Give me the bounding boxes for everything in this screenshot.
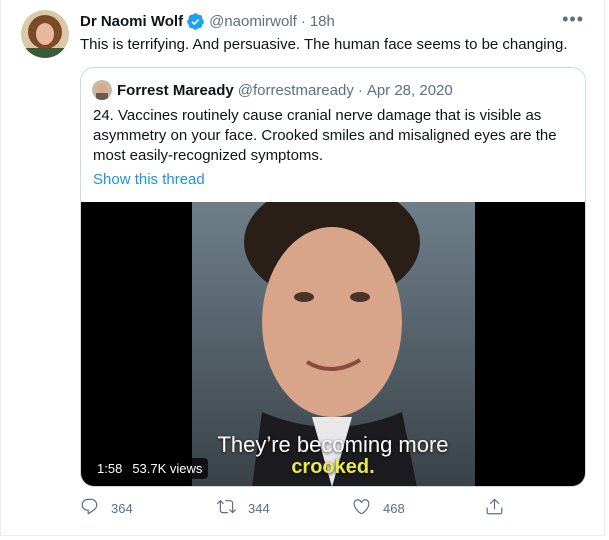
retweet-button[interactable]: 344: [217, 497, 270, 519]
author-handle[interactable]: @naomirwolf: [209, 13, 297, 30]
reply-count: 364: [111, 500, 133, 516]
video-views: 53.7K views: [132, 461, 203, 476]
quoted-tweet-date: Apr 28, 2020: [366, 81, 453, 99]
tweet-time[interactable]: 18h: [310, 13, 335, 30]
share-icon: [485, 497, 504, 519]
quoted-tweet-text: 24. Vaccines routinely cause cranial ner…: [93, 107, 557, 164]
verified-badge-icon: [186, 12, 205, 31]
video-player[interactable]: They’re becoming more crooked. 1:58 53.7…: [81, 202, 585, 486]
like-button[interactable]: 468: [352, 497, 405, 519]
quoted-author-avatar: [92, 80, 112, 100]
quoted-author-handle: @forrestmaready: [237, 81, 354, 99]
tweet-actions: 364 344 468: [80, 497, 510, 523]
tweet-text: This is terrifying. And persuasive. The …: [80, 36, 568, 53]
video-info-badge: 1:58 53.7K views: [91, 458, 209, 479]
show-thread-link[interactable]: Show this thread: [93, 171, 205, 188]
tweet-card[interactable]: Dr Naomi Wolf @naomirwolf · 18h ••• This…: [0, 0, 605, 536]
quoted-author-name: Forrest Maready: [117, 81, 234, 99]
reply-icon: [80, 497, 99, 519]
share-button[interactable]: [485, 497, 504, 519]
more-icon[interactable]: •••: [562, 9, 584, 30]
tweet-header: Dr Naomi Wolf @naomirwolf · 18h: [80, 11, 335, 31]
separator: ·: [357, 81, 363, 99]
author-avatar[interactable]: [21, 10, 69, 58]
author-name[interactable]: Dr Naomi Wolf: [80, 13, 183, 30]
retweet-icon: [217, 497, 236, 519]
reply-button[interactable]: 364: [80, 497, 133, 519]
video-caption-line1: They’re becoming more: [217, 432, 449, 457]
separator: ·: [300, 12, 306, 30]
retweet-count: 344: [248, 500, 270, 516]
quoted-tweet-header: Forrest Maready @forrestmaready · Apr 28…: [92, 80, 453, 100]
like-icon: [352, 497, 371, 519]
like-count: 468: [383, 500, 405, 516]
video-duration: 1:58: [97, 461, 123, 476]
quoted-tweet[interactable]: Forrest Maready @forrestmaready · Apr 28…: [80, 67, 586, 487]
